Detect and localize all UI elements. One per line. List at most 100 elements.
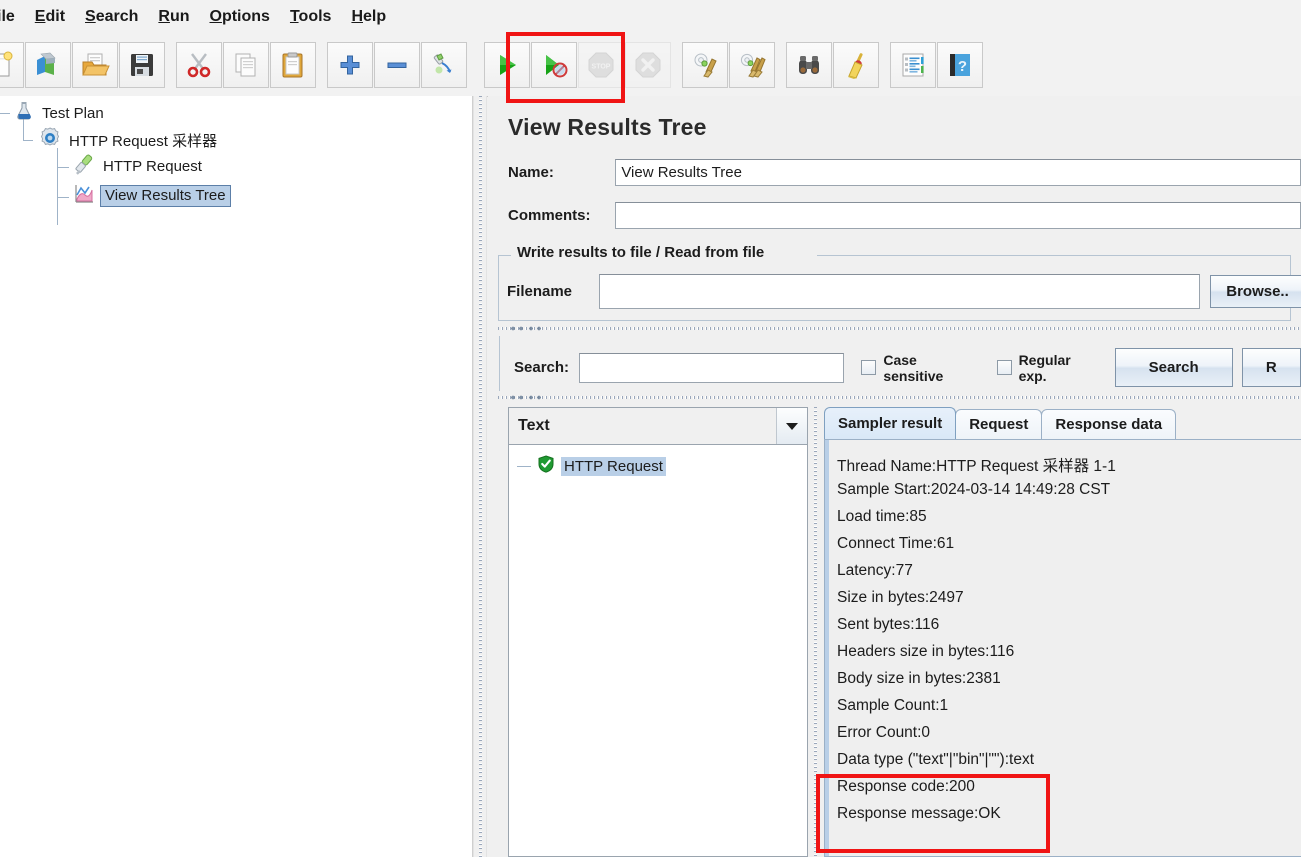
search-row: Search: Case sensitive Regular exp. Sear… [514, 348, 1301, 387]
regular-exp-checkbox[interactable] [996, 360, 1012, 375]
comments-input[interactable] [615, 202, 1301, 229]
filename-input[interactable] [599, 274, 1200, 309]
tree-node-label: View Results Tree [100, 185, 231, 207]
tab-request[interactable]: Request [955, 409, 1043, 439]
sampler-result-line: Sample Count:1 [837, 697, 949, 714]
thread-group-icon [38, 126, 62, 154]
sampler-result-line: Connect Time:61 [837, 535, 955, 552]
tree-node-thread-group[interactable]: HTTP Request 采样器 [38, 126, 218, 154]
tree-line [57, 167, 69, 168]
menu-edit-mnemonic: E [34, 8, 46, 25]
menu-tools[interactable]: Tools [280, 0, 341, 34]
templates-icon[interactable] [25, 42, 71, 88]
tree-line [57, 148, 58, 225]
menu-options[interactable]: Options [200, 0, 280, 34]
start-play-icon[interactable] [484, 42, 530, 88]
toolbar-group-tree [327, 42, 468, 88]
case-sensitive-checkbox[interactable] [861, 360, 877, 375]
test-plan-icon [13, 100, 35, 126]
results-split-divider[interactable] [810, 407, 822, 857]
renderer-combobox[interactable]: Text [508, 407, 808, 445]
menu-options-label: ptions [221, 8, 270, 25]
menu-file-label: ile [0, 8, 15, 25]
search-button[interactable]: Search [1114, 348, 1233, 387]
filename-row: Filename Browse.. [507, 274, 1301, 309]
cut-scissors-icon[interactable] [176, 42, 222, 88]
browse-button[interactable]: Browse.. [1210, 275, 1301, 308]
search-bar: Search: Case sensitive Regular exp. Sear… [499, 336, 1301, 391]
write-results-title: Write results to file / Read from file [513, 244, 769, 261]
clear-icon[interactable] [682, 42, 728, 88]
sampler-result-panel[interactable]: Thread Name:HTTP Request 采样器 1-1 Sample … [824, 439, 1301, 857]
function-helper-icon[interactable] [890, 42, 936, 88]
toolbar-group-run: STOP [484, 42, 672, 88]
start-no-pauses-icon[interactable] [531, 42, 577, 88]
toolbar: STOP ? [0, 34, 1301, 97]
menu-file[interactable]: ile [0, 0, 25, 34]
toolbar-group-help: ? [890, 42, 984, 88]
menu-search[interactable]: Search [75, 0, 148, 34]
toolbar-separator-3 [468, 42, 478, 88]
collapse-minus-icon[interactable] [374, 42, 420, 88]
open-folder-icon[interactable] [72, 42, 118, 88]
reset-button[interactable]: R [1241, 348, 1301, 387]
menu-options-mnemonic: O [209, 8, 222, 25]
search-label: Search: [514, 359, 570, 376]
toolbar-separator-5 [776, 42, 786, 88]
binoculars-search-icon[interactable] [786, 42, 832, 88]
tab-response-data[interactable]: Response data [1041, 409, 1177, 439]
tree-node-test-plan[interactable]: Test Plan [13, 101, 104, 125]
tree-node-view-results-tree[interactable]: View Results Tree [72, 184, 231, 208]
tab-sampler-result[interactable]: Sampler result [824, 407, 957, 439]
filename-label: Filename [507, 283, 573, 300]
clear-all-icon[interactable] [729, 42, 775, 88]
search-input[interactable] [579, 352, 845, 383]
save-floppy-icon[interactable] [119, 42, 165, 88]
tree-line [0, 113, 10, 114]
splitter-grip-icon [500, 393, 546, 403]
new-document-icon[interactable] [0, 42, 24, 88]
sampler-result-line: Response code:200 [837, 778, 975, 795]
chevron-down-icon[interactable] [776, 408, 807, 444]
shutdown-icon[interactable] [625, 42, 671, 88]
name-input[interactable] [615, 159, 1301, 186]
panel-accent-bar [825, 440, 829, 856]
toggle-element-icon[interactable] [421, 42, 467, 88]
tree-node-http-sampler[interactable]: HTTP Request [72, 154, 202, 178]
menu-tools-mnemonic: T [289, 8, 299, 25]
splitter-above-results[interactable] [498, 393, 1301, 403]
splitter-dots-icon [498, 327, 1301, 330]
view-results-tree-panel: View Results Tree Name: Comments: Write … [488, 96, 1301, 857]
tree-node-label: HTTP Request 采样器 [69, 132, 218, 150]
main-split-divider[interactable] [473, 96, 487, 857]
toolbar-separator-4 [672, 42, 682, 88]
menu-edit[interactable]: Edit [25, 0, 75, 34]
tree-node-label: HTTP Request [103, 157, 202, 175]
menu-run-mnemonic: R [158, 8, 170, 25]
splitter-above-search[interactable] [498, 324, 1301, 334]
success-shield-icon [537, 454, 555, 478]
paste-clipboard-icon[interactable] [270, 42, 316, 88]
results-list[interactable]: HTTP Request [508, 445, 808, 857]
broom-reset-search-icon[interactable] [833, 42, 879, 88]
sampler-result-line: Thread Name:HTTP Request 采样器 1-1 [837, 458, 1116, 475]
splitter-grip-icon [500, 324, 546, 334]
copy-icon[interactable] [223, 42, 269, 88]
result-tabs: Sampler result Request Response data [824, 407, 1177, 439]
case-sensitive-label: Case sensitive [883, 351, 944, 384]
stop-icon[interactable]: STOP [578, 42, 624, 88]
toolbar-group-clipboard [176, 42, 317, 88]
list-item[interactable]: HTTP Request [517, 454, 666, 478]
menu-help[interactable]: Help [341, 0, 396, 34]
menu-help-mnemonic: H [351, 8, 363, 25]
regular-exp-label: Regular exp. [1018, 351, 1071, 384]
help-book-icon[interactable]: ? [937, 42, 983, 88]
menu-tools-label: ools [298, 8, 332, 25]
write-results-groupbox: Write results to file / Read from file F… [498, 244, 1301, 321]
svg-text:STOP: STOP [592, 64, 611, 71]
sampler-result-line: Sample Start:2024-03-14 14:49:28 CST [837, 481, 1111, 498]
test-plan-tree-panel[interactable]: Test Plan HTTP Request 采样器 HTTP Request … [0, 96, 473, 857]
menu-run[interactable]: Run [148, 0, 199, 34]
expand-plus-icon[interactable] [327, 42, 373, 88]
menu-run-label: un [169, 8, 190, 25]
